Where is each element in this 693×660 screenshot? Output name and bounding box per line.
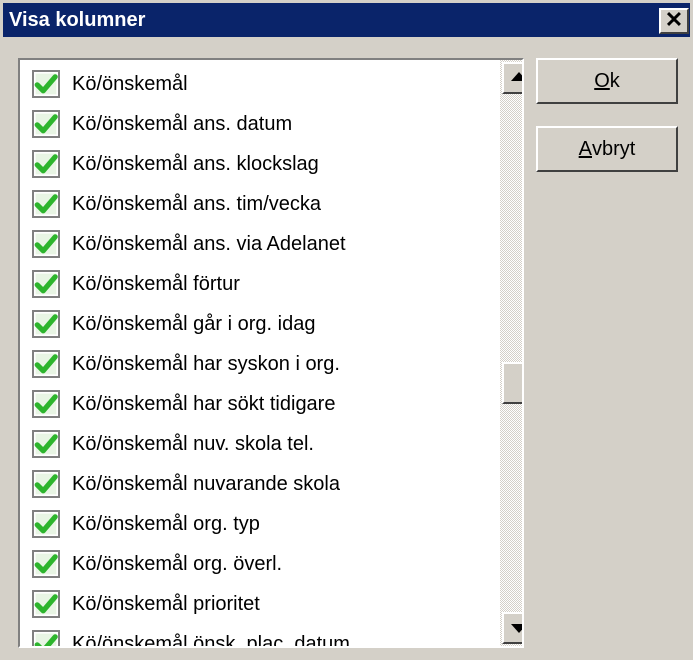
list-item-label: Kö/önskemål nuvarande skola	[72, 473, 340, 495]
checkbox-checked-icon[interactable]	[32, 430, 60, 458]
list-item[interactable]: Kö/önskemål har syskon i org.	[32, 344, 492, 384]
list-item[interactable]: Kö/önskemål ans. klockslag	[32, 144, 492, 184]
close-icon: ✕	[664, 7, 684, 32]
checkbox-checked-icon[interactable]	[32, 630, 60, 646]
list-item-label: Kö/önskemål har syskon i org.	[72, 353, 340, 375]
checklist-items: Kö/önskemål Kö/önskemål ans. datum Kö/önsk…	[32, 64, 492, 648]
cancel-button-label: vbryt	[592, 137, 636, 160]
dialog-window: Visa kolumner ✕ Kö/önskemål Kö/önskemål a…	[0, 0, 693, 660]
list-item[interactable]: Kö/önskemål önsk. plac. datum	[32, 624, 492, 648]
list-item-label: Kö/önskemål ans. klockslag	[72, 153, 319, 175]
ok-button-label: k	[609, 69, 620, 92]
checkbox-checked-icon[interactable]	[32, 270, 60, 298]
list-item-label: Kö/önskemål förtur	[72, 273, 240, 295]
list-item-label: Kö/önskemål går i org. idag	[72, 313, 316, 335]
title-bar[interactable]: Visa kolumner ✕	[3, 3, 690, 37]
list-item-label: Kö/önskemål ans. tim/vecka	[72, 193, 321, 215]
list-item-label: Kö/önskemål ans. via Adelanet	[72, 233, 346, 255]
list-item[interactable]: Kö/önskemål	[32, 64, 492, 104]
scrollbar-thumb[interactable]	[502, 362, 522, 404]
list-item-label: Kö/önskemål ans. datum	[72, 113, 293, 135]
list-item[interactable]: Kö/önskemål förtur	[32, 264, 492, 304]
list-item[interactable]: Kö/önskemål ans. tim/vecka	[32, 184, 492, 224]
list-item[interactable]: Kö/önskemål har sökt tidigare	[32, 384, 492, 424]
checkbox-checked-icon[interactable]	[32, 190, 60, 218]
checkbox-checked-icon[interactable]	[32, 150, 60, 178]
window-title: Visa kolumner	[9, 9, 146, 31]
checkbox-checked-icon[interactable]	[32, 470, 60, 498]
list-item[interactable]: Kö/önskemål ans. datum	[32, 104, 492, 144]
list-item-label: Kö/önskemål	[72, 73, 188, 95]
list-item-label: Kö/önskemål nuv. skola tel.	[72, 433, 314, 455]
checkbox-checked-icon[interactable]	[32, 310, 60, 338]
checkbox-checked-icon[interactable]	[32, 230, 60, 258]
checkbox-checked-icon[interactable]	[32, 70, 60, 98]
list-item[interactable]: Kö/önskemål org. typ	[32, 504, 492, 544]
ok-button[interactable]: Ok	[536, 58, 678, 104]
list-item-label: Kö/önskemål org. typ	[72, 513, 260, 535]
list-item[interactable]: Kö/önskemål ans. via Adelanet	[32, 224, 492, 264]
scroll-down-button[interactable]	[502, 612, 522, 644]
list-item[interactable]: Kö/önskemål nuv. skola tel.	[32, 424, 492, 464]
checkbox-checked-icon[interactable]	[32, 350, 60, 378]
vertical-scrollbar[interactable]	[500, 60, 522, 646]
list-item[interactable]: Kö/önskemål går i org. idag	[32, 304, 492, 344]
checkbox-checked-icon[interactable]	[32, 550, 60, 578]
cancel-button[interactable]: Avbryt	[536, 126, 678, 172]
list-item[interactable]: Kö/önskemål nuvarande skola	[32, 464, 492, 504]
scroll-up-arrow-icon	[511, 72, 522, 81]
checkbox-checked-icon[interactable]	[32, 510, 60, 538]
checkbox-checked-icon[interactable]	[32, 110, 60, 138]
cancel-button-mnemonic: A	[578, 137, 592, 160]
scroll-up-button[interactable]	[502, 62, 522, 94]
ok-button-mnemonic: O	[594, 69, 610, 92]
scroll-down-arrow-icon	[511, 624, 522, 633]
list-item-label: Kö/önskemål org. överl.	[72, 553, 283, 575]
list-item-label: Kö/önskemål prioritet	[72, 593, 260, 615]
list-item-label: Kö/önskemål önsk. plac. datum	[72, 633, 350, 648]
list-item[interactable]: Kö/önskemål org. överl.	[32, 544, 492, 584]
list-item[interactable]: Kö/önskemål prioritet	[32, 584, 492, 624]
checkbox-checked-icon[interactable]	[32, 390, 60, 418]
checkbox-checked-icon[interactable]	[32, 590, 60, 618]
columns-checklist[interactable]: Kö/önskemål Kö/önskemål ans. datum Kö/önsk…	[18, 58, 524, 648]
close-button[interactable]: ✕	[659, 8, 689, 34]
list-item-label: Kö/önskemål har sökt tidigare	[72, 393, 336, 415]
